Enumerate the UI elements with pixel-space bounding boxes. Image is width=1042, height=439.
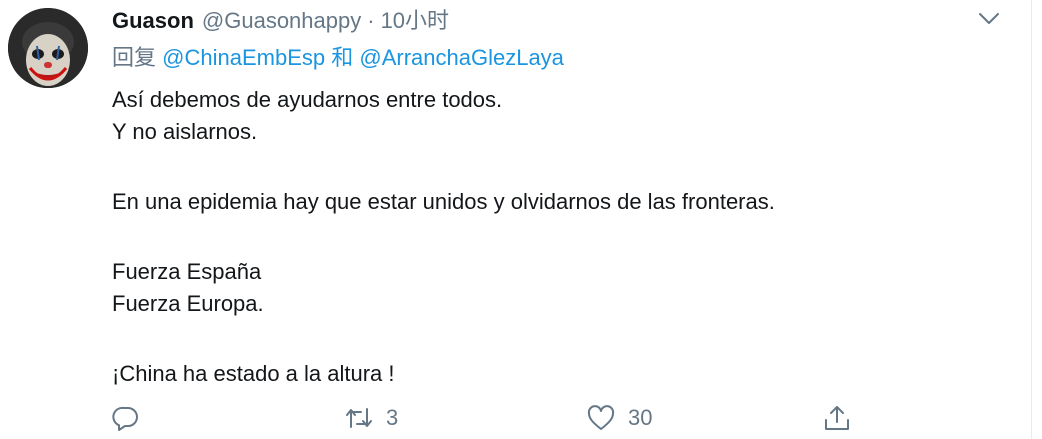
heart-icon xyxy=(587,405,615,430)
tweet-header: Guason @Guasonhappy · 10小时 xyxy=(112,6,449,36)
tweet-text-line: Así debemos de ayudarnos entre todos. xyxy=(112,87,503,112)
chevron-down-icon xyxy=(979,13,999,24)
like-button[interactable]: 30 xyxy=(586,400,652,436)
separator-dot: · xyxy=(367,8,375,33)
tweet-text-line: Fuerza Europa. xyxy=(112,291,264,316)
more-options-button[interactable] xyxy=(972,4,1006,34)
share-button[interactable] xyxy=(822,400,852,436)
display-name[interactable]: Guason xyxy=(112,6,194,36)
tweet-text: Así debemos de ayudarnos entre todos. Y … xyxy=(112,84,1012,390)
tweet-text-line: En una epidemia hay que estar unidos y o… xyxy=(112,189,775,214)
tweet-actions: 3 30 xyxy=(112,400,872,436)
tweet-text-line: ¡China ha estado a la altura ! xyxy=(112,361,395,386)
tweet[interactable]: Guason @Guasonhappy · 10小时 回复 @ChinaEmbE… xyxy=(0,0,1042,439)
tweet-text-line: Y no aislarnos. xyxy=(112,119,258,144)
mention-link[interactable]: @ArranchaGlezLaya xyxy=(359,45,564,70)
reply-button[interactable] xyxy=(112,400,140,436)
retweet-icon xyxy=(346,408,372,428)
tweet-text-line: Fuerza España xyxy=(112,259,262,284)
reply-bubble-icon xyxy=(112,406,138,431)
like-count: 30 xyxy=(628,405,653,430)
mention-link[interactable]: @ChinaEmbEsp xyxy=(162,45,325,70)
avatar[interactable] xyxy=(8,8,88,88)
avatar-image xyxy=(8,8,88,88)
replying-to: 回复 @ChinaEmbEsp 和 @ArranchaGlezLaya xyxy=(112,42,564,74)
divider xyxy=(1031,0,1032,439)
reply-conjunction: 和 xyxy=(331,45,354,70)
reply-prefix: 回复 xyxy=(112,45,157,70)
timestamp[interactable]: 10小时 xyxy=(381,6,449,36)
retweet-button[interactable]: 3 xyxy=(344,400,398,436)
user-handle[interactable]: @Guasonhappy xyxy=(202,6,361,36)
share-icon xyxy=(825,406,849,430)
retweet-count: 3 xyxy=(386,405,399,430)
